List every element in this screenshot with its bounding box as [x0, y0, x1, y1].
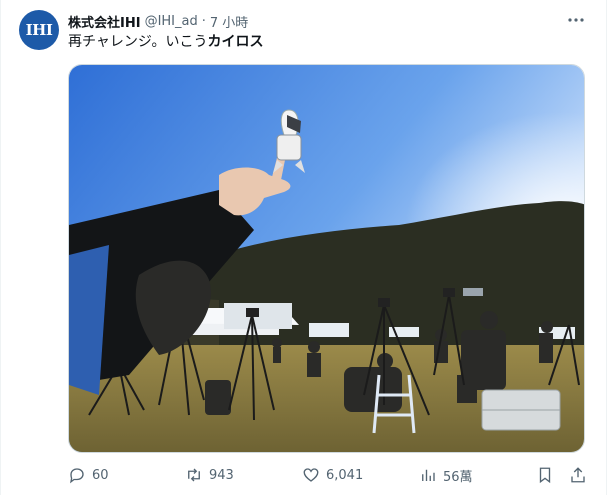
author-name[interactable]: 株式会社IHI	[68, 12, 141, 31]
photo-illustration	[69, 65, 584, 452]
timestamp[interactable]: 7 小時	[210, 12, 248, 31]
views-count: 56萬	[443, 469, 473, 485]
more-options-button[interactable]	[566, 10, 586, 30]
views-button[interactable]: 56萬	[419, 464, 473, 486]
avatar-logo-text: IHI	[25, 21, 53, 39]
like-count: 6,041	[326, 467, 364, 483]
reply-button[interactable]: 60	[68, 464, 109, 486]
bookmark-button[interactable]	[536, 464, 554, 486]
more-icon	[568, 18, 584, 22]
like-icon	[303, 468, 319, 482]
reply-count: 60	[92, 467, 109, 483]
share-button[interactable]	[569, 464, 587, 486]
author-handle[interactable]: @IHI_ad	[145, 14, 198, 29]
action-bar: 60 943 6,041 56萬	[68, 464, 588, 486]
like-button[interactable]: 6,041	[302, 464, 363, 486]
retweet-icon	[188, 468, 200, 482]
reply-icon	[70, 468, 84, 484]
tweet-header: 株式会社IHI @IHI_ad · 7 小時	[68, 12, 248, 31]
tweet-text: 再チャレンジ。いこうカイロス	[68, 33, 263, 51]
share-icon	[571, 467, 585, 483]
separator-dot: ·	[201, 13, 206, 29]
tweet-text-bold: カイロス	[207, 34, 264, 50]
tweet-text-plain: 再チャレンジ。いこう	[68, 34, 208, 50]
tweet-card: IHI 株式会社IHI @IHI_ad · 7 小時 再チャレンジ。いこうカイロ…	[0, 0, 607, 495]
avatar[interactable]: IHI	[19, 10, 59, 50]
tweet-photo[interactable]	[68, 64, 585, 453]
views-icon	[422, 469, 435, 481]
bookmark-icon	[539, 467, 551, 484]
retweet-button[interactable]: 943	[185, 464, 234, 486]
retweet-count: 943	[209, 467, 234, 483]
